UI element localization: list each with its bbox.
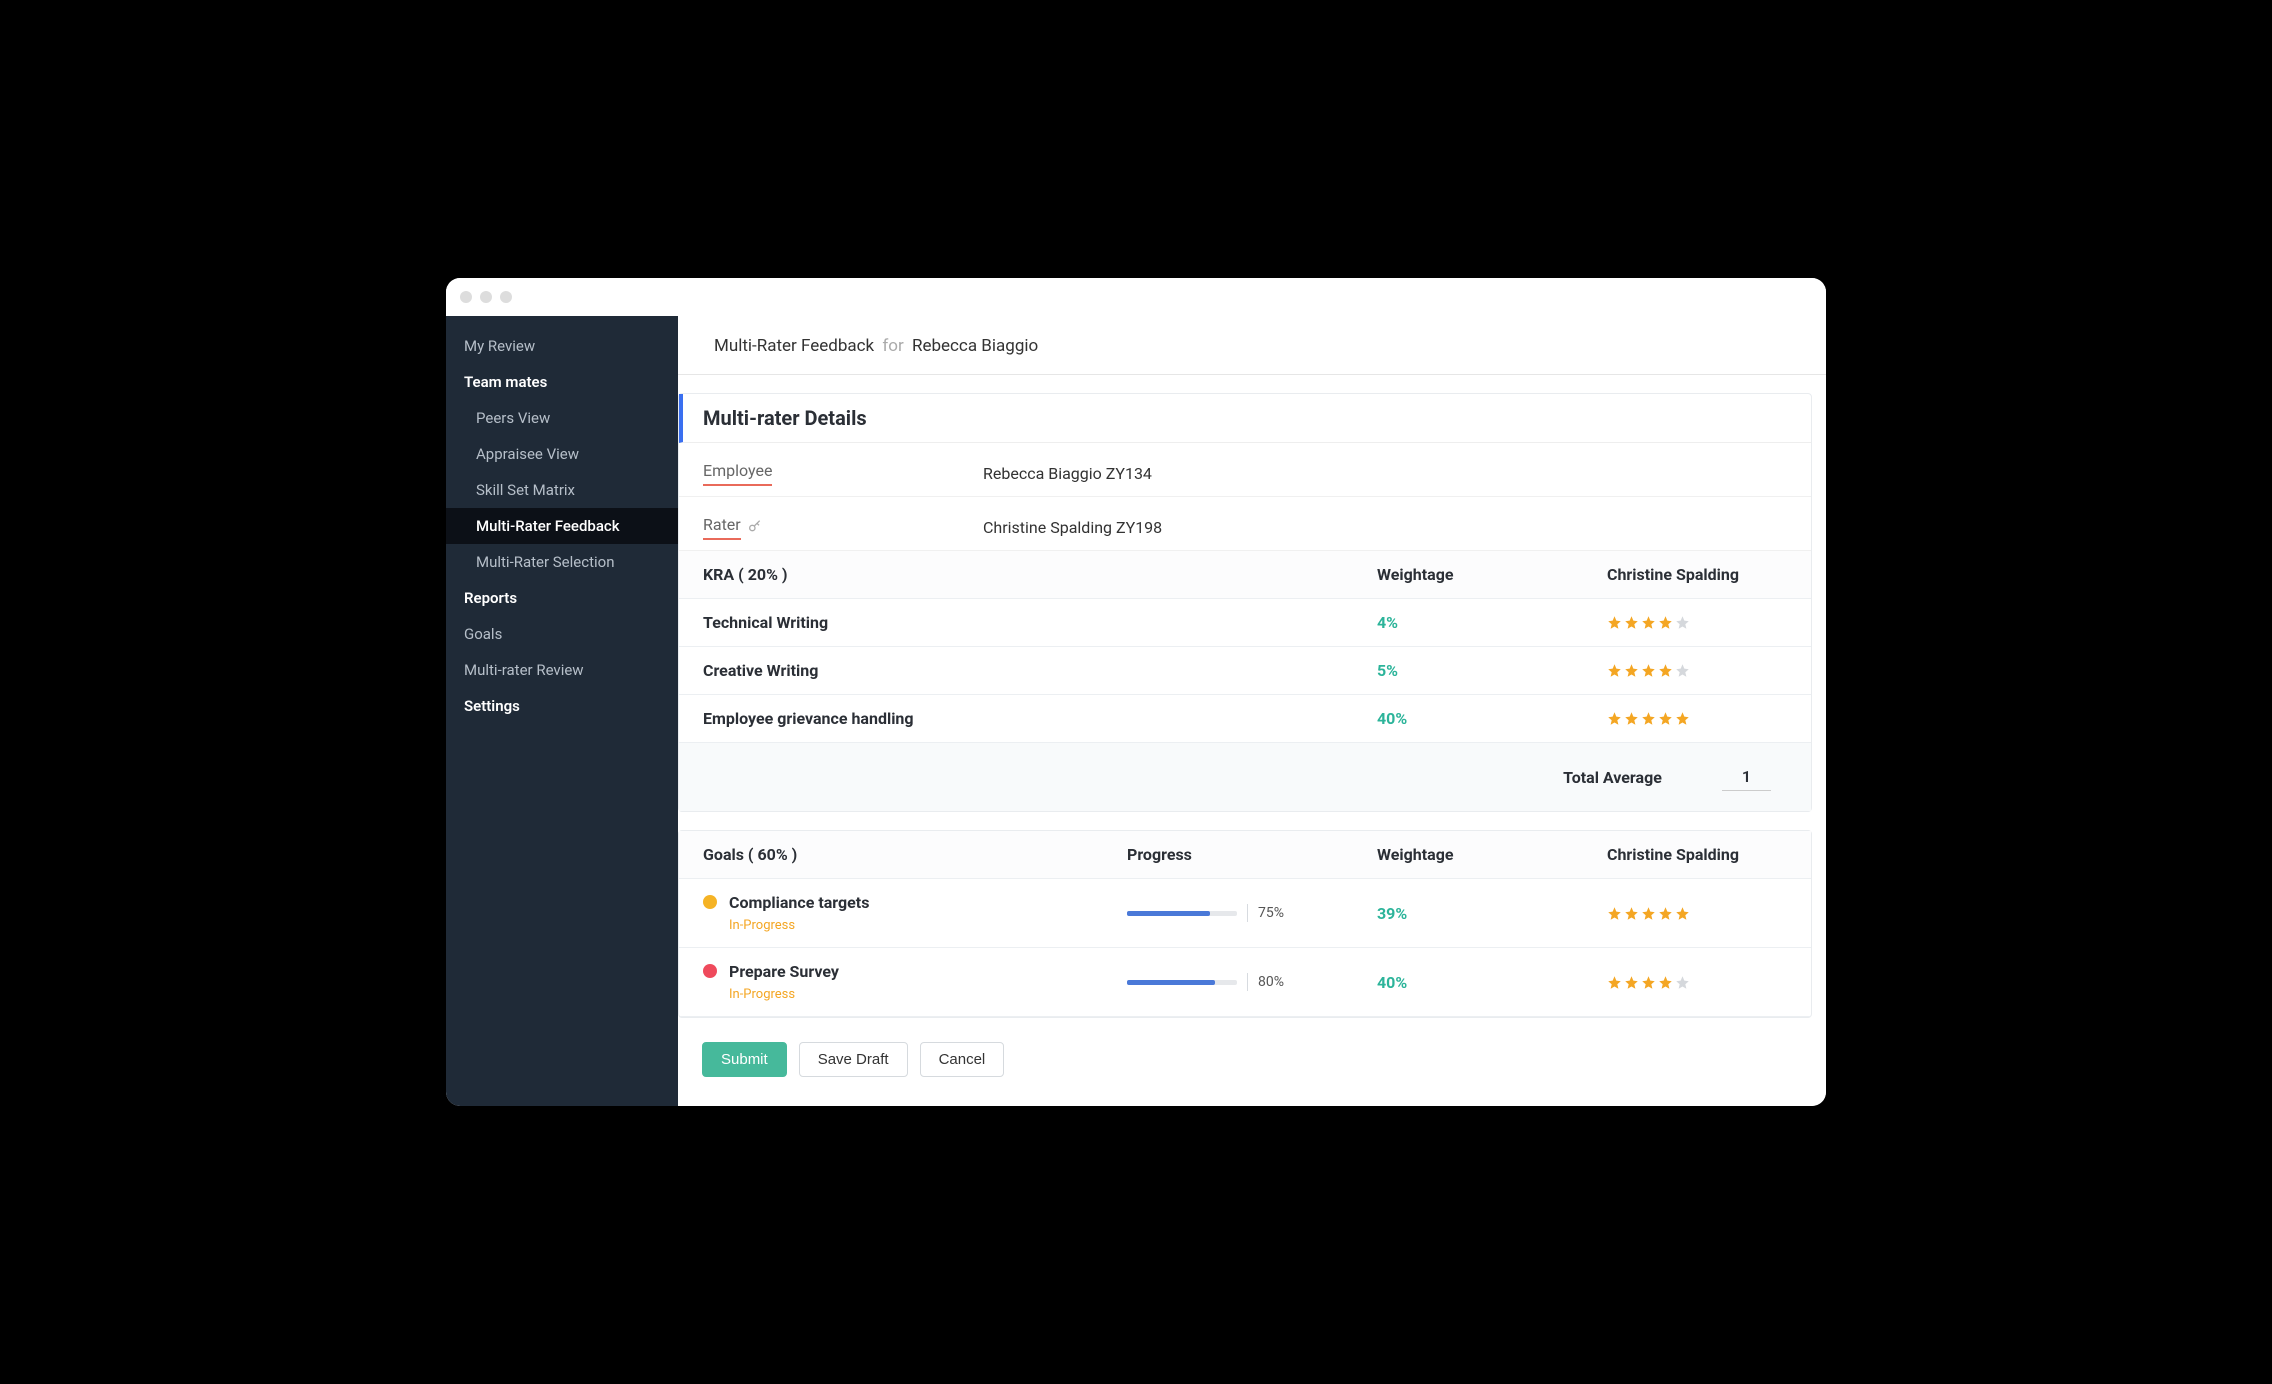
breadcrumb-title: Multi-Rater Feedback: [714, 336, 874, 356]
star-rating[interactable]: [1607, 711, 1787, 726]
goal-title: Compliance targets: [729, 893, 1127, 912]
goal-rating: [1607, 975, 1787, 990]
goals-progress-header: Progress: [1127, 845, 1377, 864]
window-close-dot[interactable]: [460, 291, 472, 303]
breadcrumb-for: for: [882, 336, 903, 356]
breadcrumb: Multi-Rater Feedback for Rebecca Biaggio: [678, 316, 1826, 375]
kra-rating: [1607, 711, 1787, 726]
sidebar-item-goals[interactable]: Goals: [446, 616, 678, 652]
kra-row: Technical Writing4%: [679, 599, 1811, 647]
sidebar-item-team-mates[interactable]: Team mates: [446, 364, 678, 400]
sidebar-item-multi-rater-feedback[interactable]: Multi-Rater Feedback: [446, 508, 678, 544]
star-rating[interactable]: [1607, 906, 1787, 921]
total-average-value: 1: [1722, 763, 1771, 791]
goal-rating: [1607, 906, 1787, 921]
goal-status-dot: [703, 964, 717, 978]
sidebar-item-multi-rater-selection[interactable]: Multi-Rater Selection: [446, 544, 678, 580]
sidebar-item-my-review[interactable]: My Review: [446, 328, 678, 364]
employee-value: Rebecca Biaggio ZY134: [983, 464, 1787, 483]
sidebar-item-settings[interactable]: Settings: [446, 688, 678, 724]
goal-progress: 75%: [1127, 904, 1377, 922]
star-rating[interactable]: [1607, 615, 1787, 630]
kra-weight: 40%: [1377, 709, 1607, 728]
goal-info: Compliance targets In-Progress: [729, 893, 1127, 933]
multi-rater-details-card: Multi-rater Details Employee Rebecca Bia…: [678, 393, 1812, 812]
window-min-dot[interactable]: [480, 291, 492, 303]
kra-weight: 5%: [1377, 661, 1607, 680]
main-content: Multi-Rater Feedback for Rebecca Biaggio…: [678, 316, 1826, 1106]
kra-rating: [1607, 663, 1787, 678]
star-rating[interactable]: [1607, 975, 1787, 990]
cancel-button[interactable]: Cancel: [920, 1042, 1005, 1077]
action-bar: Submit Save Draft Cancel: [678, 1036, 1812, 1099]
goal-row: Prepare Survey In-Progress 80% 40%: [679, 948, 1811, 1017]
submit-button[interactable]: Submit: [702, 1042, 787, 1077]
progress-text: 75%: [1258, 905, 1284, 921]
goal-row: Compliance targets In-Progress 75% 39%: [679, 879, 1811, 948]
goals-rater-header: Christine Spalding: [1607, 845, 1787, 864]
sidebar: My ReviewTeam matesPeers ViewAppraisee V…: [446, 316, 678, 1106]
sidebar-item-appraisee-view[interactable]: Appraisee View: [446, 436, 678, 472]
goal-status-dot: [703, 895, 717, 909]
kra-weight: 4%: [1377, 613, 1607, 632]
breadcrumb-person: Rebecca Biaggio: [912, 336, 1038, 356]
kra-weightage-header: Weightage: [1377, 565, 1607, 584]
goal-progress: 80%: [1127, 973, 1377, 991]
sidebar-item-peers-view[interactable]: Peers View: [446, 400, 678, 436]
goal-status: In-Progress: [729, 987, 1127, 1002]
kra-total-row: Total Average 1: [679, 743, 1811, 811]
save-draft-button[interactable]: Save Draft: [799, 1042, 908, 1077]
goals-header: Goals ( 60% ): [703, 845, 1127, 864]
kra-row: Creative Writing5%: [679, 647, 1811, 695]
kra-table-head: KRA ( 20% ) Weightage Christine Spalding: [679, 551, 1811, 599]
key-icon: [747, 518, 763, 538]
app-window: My ReviewTeam matesPeers ViewAppraisee V…: [446, 278, 1826, 1106]
progress-divider: [1247, 904, 1248, 922]
goal-weight: 39%: [1377, 904, 1607, 923]
kra-name: Employee grievance handling: [703, 709, 1377, 728]
kra-row: Employee grievance handling40%: [679, 695, 1811, 743]
kra-name: Technical Writing: [703, 613, 1377, 632]
window-titlebar: [446, 278, 1826, 316]
employee-label: Employee: [703, 461, 772, 486]
star-rating[interactable]: [1607, 663, 1787, 678]
total-average-label: Total Average: [1563, 768, 1662, 787]
rater-label: Rater: [703, 515, 741, 540]
window-max-dot[interactable]: [500, 291, 512, 303]
progress-text: 80%: [1258, 974, 1284, 990]
goals-table-head: Goals ( 60% ) Progress Weightage Christi…: [679, 831, 1811, 879]
kra-rater-header: Christine Spalding: [1607, 565, 1787, 584]
progress-bar: [1127, 911, 1237, 916]
goal-weight: 40%: [1377, 973, 1607, 992]
rater-row: Rater Christine Spalding ZY198: [679, 497, 1811, 551]
sidebar-item-reports[interactable]: Reports: [446, 580, 678, 616]
goals-card: Goals ( 60% ) Progress Weightage Christi…: [678, 830, 1812, 1018]
section-title: Multi-rater Details: [679, 394, 1811, 443]
goal-status: In-Progress: [729, 918, 1127, 933]
goal-info: Prepare Survey In-Progress: [729, 962, 1127, 1002]
progress-bar: [1127, 980, 1237, 985]
sidebar-item-multi-rater-review[interactable]: Multi-rater Review: [446, 652, 678, 688]
rater-value: Christine Spalding ZY198: [983, 518, 1787, 537]
kra-rating: [1607, 615, 1787, 630]
progress-divider: [1247, 973, 1248, 991]
employee-row: Employee Rebecca Biaggio ZY134: [679, 443, 1811, 497]
kra-header: KRA ( 20% ): [703, 565, 1377, 584]
goal-title: Prepare Survey: [729, 962, 1127, 981]
goals-weightage-header: Weightage: [1377, 845, 1607, 864]
kra-name: Creative Writing: [703, 661, 1377, 680]
sidebar-item-skill-set-matrix[interactable]: Skill Set Matrix: [446, 472, 678, 508]
